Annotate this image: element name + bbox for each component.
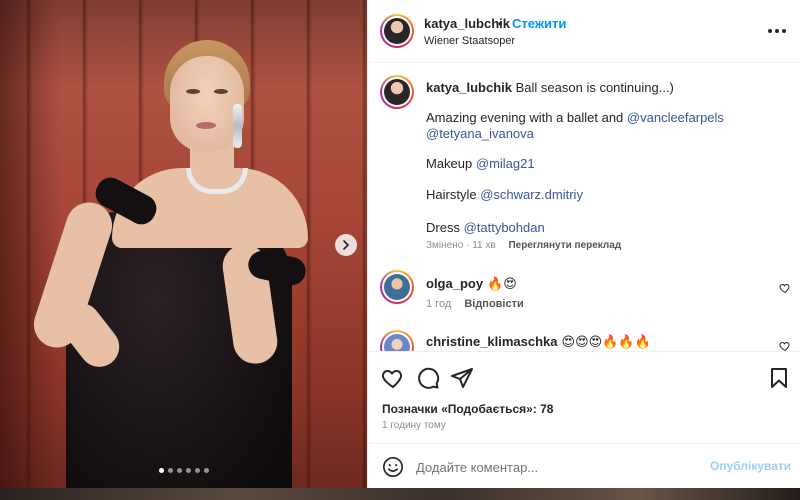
photo-lips (196, 122, 216, 129)
mention-link[interactable]: @schwarz.dmitriy (480, 187, 583, 202)
publish-button[interactable]: Опублікувати (710, 459, 791, 473)
caption-line: Makeup @milag21 (426, 155, 535, 173)
caption-username[interactable]: katya_lubchik (426, 80, 512, 95)
caption-line: @tetyana_ivanova (426, 125, 534, 143)
carousel-dot (194, 468, 200, 473)
comment-line: christine_klimaschka 😍😍😍🔥🔥🔥 (426, 334, 651, 350)
action-bar: Позначки «Подобається»: 78 1 годину тому (368, 351, 800, 443)
location-link[interactable]: Wiener Staatsoper (424, 35, 515, 47)
caption-text: Hairstyle (426, 187, 481, 202)
caption-meta: Змінено · 11 хв Переглянути переклад (426, 240, 621, 251)
caption-first-line: katya_lubchik Ball season is continuing.… (426, 79, 674, 97)
chevron-right-icon (343, 240, 349, 250)
comment-item: christine_klimaschka 😍😍😍🔥🔥🔥 (368, 324, 800, 351)
like-comment-heart-icon[interactable] (779, 282, 791, 294)
more-options-icon[interactable] (768, 22, 786, 40)
photo-eye-left (186, 89, 200, 94)
carousel-dot (176, 468, 182, 473)
post-header: katya_lubchik • Стежити Wiener Staatsope… (368, 0, 800, 63)
caption-line: Dress @tattybohdan (426, 219, 545, 237)
see-translation-link[interactable]: Переглянути переклад (508, 240, 621, 251)
comment-meta: 1 год Відповісти (426, 298, 524, 310)
comment-line: olga_poy 🔥😍 (426, 276, 517, 292)
caption-text: Ball season is continuing...) (515, 80, 674, 95)
comment-text: 😍😍😍🔥🔥🔥 (561, 334, 651, 349)
like-count[interactable]: Позначки «Подобається»: 78 (382, 402, 553, 416)
share-send-icon[interactable] (450, 366, 474, 390)
caption-avatar[interactable] (380, 75, 414, 109)
photo-earring (233, 104, 242, 148)
caption-text: Makeup (426, 156, 476, 171)
commenter-avatar[interactable] (380, 330, 414, 351)
comment-time: 1 год (426, 298, 452, 310)
next-image-button[interactable] (335, 234, 357, 256)
carousel-indicator (0, 468, 367, 473)
comment-text: 🔥😍 (487, 276, 517, 291)
caption-text: Dress (426, 220, 464, 235)
add-comment-bar: Опублікувати (368, 443, 800, 488)
mention-link[interactable]: @milag21 (476, 156, 535, 171)
post-details-panel: katya_lubchik • Стежити Wiener Staatsope… (367, 0, 800, 488)
header-separator: • (498, 16, 503, 31)
carousel-dot (158, 468, 164, 473)
reply-button[interactable]: Відповісти (464, 298, 523, 310)
background-page-strip (0, 488, 800, 500)
carousel-dot (185, 468, 191, 473)
comment-item: olga_poy 🔥😍 1 год Відповісти (368, 262, 800, 322)
post-caption: katya_lubchik Ball season is continuing.… (368, 63, 800, 259)
comment-bubble-icon[interactable] (416, 366, 440, 390)
carousel-dot (203, 468, 209, 473)
caption-line: Hairstyle @schwarz.dmitriy (426, 186, 583, 204)
mention-link[interactable]: @vancleefarpels (627, 110, 724, 125)
commenter-username[interactable]: christine_klimaschka (426, 334, 558, 349)
like-heart-icon[interactable] (381, 366, 405, 390)
like-comment-heart-icon[interactable] (779, 340, 791, 351)
emoji-icon[interactable] (382, 456, 404, 478)
post-photo[interactable] (0, 0, 367, 488)
save-bookmark-icon[interactable] (767, 366, 791, 390)
commenter-avatar[interactable] (380, 270, 414, 304)
commenter-username[interactable]: olga_poy (426, 276, 483, 291)
caption-text: Amazing evening with a ballet and (426, 110, 627, 125)
edited-time: Змінено · 11 хв (426, 240, 496, 251)
carousel-dot (167, 468, 173, 473)
photo-eye-right (214, 89, 228, 94)
mention-link[interactable]: @tetyana_ivanova (426, 126, 534, 141)
comment-input[interactable] (416, 456, 696, 478)
follow-button[interactable]: Стежити (512, 16, 566, 31)
post-timestamp: 1 годину тому (382, 420, 446, 431)
mention-link[interactable]: @tattybohdan (464, 220, 545, 235)
avatar[interactable] (380, 14, 414, 48)
